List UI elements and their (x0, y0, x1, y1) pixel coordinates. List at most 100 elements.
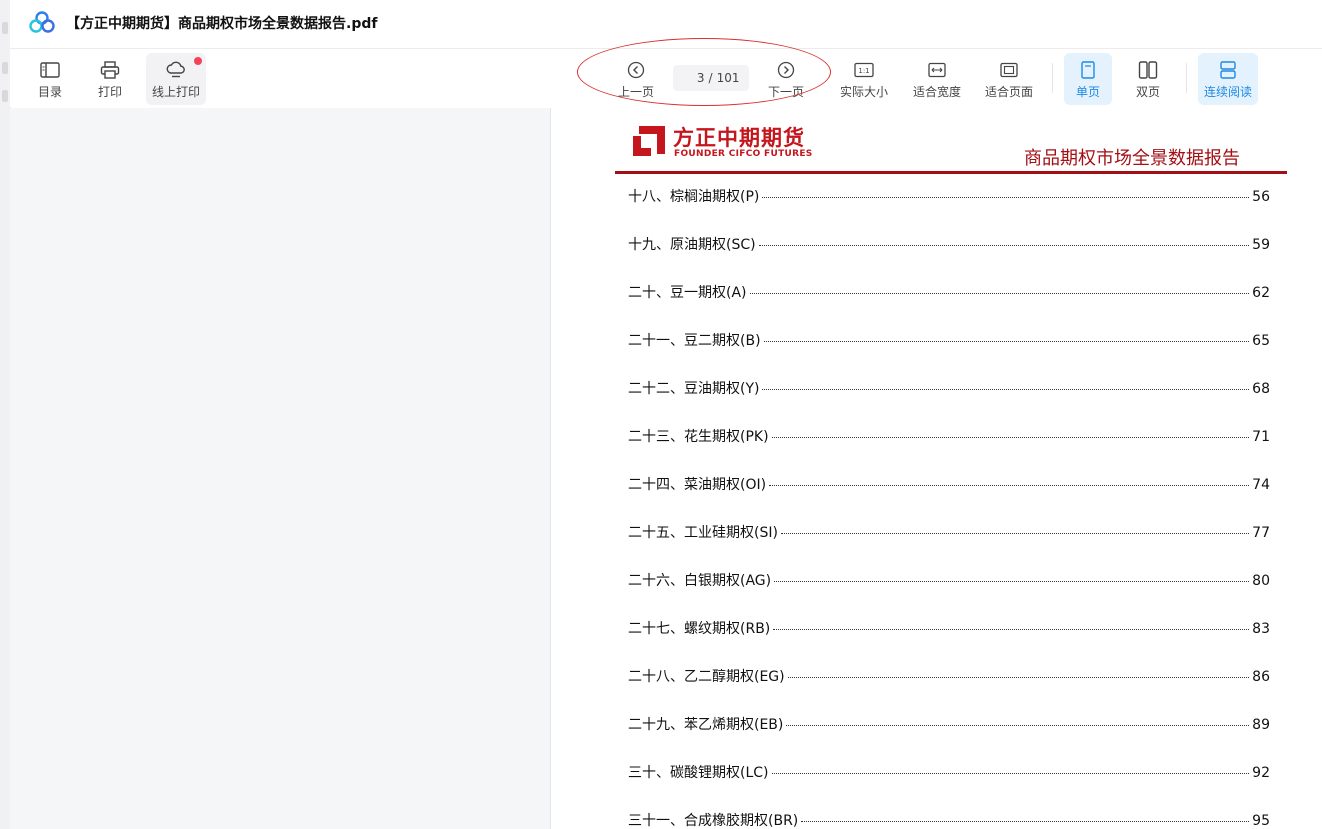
chevron-left-icon (625, 59, 647, 81)
toc-entry-page: 59 (1252, 237, 1270, 253)
notification-dot (194, 57, 202, 65)
toc-entry-page: 86 (1252, 669, 1270, 685)
toc-entry-page: 74 (1252, 477, 1270, 493)
online-print-button[interactable]: 线上打印 (146, 53, 206, 105)
toc-leader (763, 341, 1250, 342)
toc-entry[interactable]: 二十二、豆油期权(Y) 68 (628, 378, 1270, 426)
toc-entry-title: 二十四、菜油期权(OI) (628, 477, 767, 493)
toc-entry[interactable]: 二十五、工业硅期权(SI) 77 (628, 522, 1270, 570)
toc-entry[interactable]: 二十六、白银期权(AG) 80 (628, 570, 1270, 618)
company-logo: 方正中期期货 FOUNDER CIFCO FUTURES (631, 122, 821, 162)
toc-entry-page: 89 (1252, 717, 1270, 733)
toc-entry-page: 77 (1252, 525, 1270, 541)
toc-entry-title: 二十六、白银期权(AG) (628, 573, 772, 589)
toc-label: 目录 (37, 85, 62, 99)
fit-width-button[interactable]: 适合宽度 (910, 53, 964, 105)
single-page-button[interactable]: 单页 (1064, 53, 1112, 105)
prev-page-label: 上一页 (617, 85, 654, 99)
online-print-label: 线上打印 (151, 85, 200, 99)
toc-leader (801, 821, 1250, 822)
toc-entry-page: 65 (1252, 333, 1270, 349)
toc-entry-page: 56 (1252, 189, 1270, 205)
toc-entry-title: 二十一、豆二期权(B) (628, 333, 761, 349)
toc-entry[interactable]: 二十、豆一期权(A) 62 (628, 282, 1270, 330)
toc-entry-page: 71 (1252, 429, 1270, 445)
toc-button[interactable]: 目录 (32, 53, 68, 105)
next-page-label: 下一页 (767, 85, 804, 99)
toc-leader (780, 533, 1250, 534)
toc-entry-page: 80 (1252, 573, 1270, 589)
total-pages: 101 (716, 71, 740, 85)
app-logo-icon (28, 10, 56, 34)
logo-english-name: FOUNDER CIFCO FUTURES (674, 149, 813, 159)
toc-entry-title: 二十二、豆油期权(Y) (628, 381, 760, 397)
toc-entry-title: 十八、棕榈油期权(P) (628, 189, 760, 205)
fit-width-icon (926, 59, 948, 81)
toc-entry-title: 二十三、花生期权(PK) (628, 429, 769, 445)
double-page-button[interactable]: 双页 (1124, 53, 1172, 105)
thumbnail-sidebar[interactable] (10, 108, 551, 829)
toc-entry-title: 二十八、乙二醇期权(EG) (628, 669, 785, 685)
toc-entry[interactable]: 二十一、豆二期权(B) 65 (628, 330, 1270, 378)
toc-entry[interactable]: 十八、棕榈油期权(P) 56 (628, 186, 1270, 234)
toc-leader (771, 773, 1250, 774)
toc-leader (786, 725, 1250, 726)
actual-size-icon-text: 1:1 (858, 67, 869, 75)
next-page-button[interactable]: 下一页 (764, 53, 808, 105)
logo-chinese-name: 方正中期期货 (673, 126, 805, 150)
toc-entry[interactable]: 三十一、合成橡胶期权(BR) 95 (628, 810, 1270, 829)
toc-entry[interactable]: 二十四、菜油期权(OI) 74 (628, 474, 1270, 522)
toc-entry[interactable]: 二十八、乙二醇期权(EG) 86 (628, 666, 1270, 714)
current-page-input[interactable] (682, 71, 705, 85)
cloud-print-icon (165, 59, 187, 81)
toc-leader (774, 581, 1250, 582)
toc-entry-title: 三十、碳酸锂期权(LC) (628, 765, 769, 781)
print-button[interactable]: 打印 (92, 53, 128, 105)
actual-size-label: 实际大小 (839, 85, 888, 99)
fit-page-label: 适合页面 (984, 85, 1033, 99)
double-page-label: 双页 (1135, 85, 1160, 99)
toc-leader (773, 629, 1250, 630)
rail-marker (2, 22, 8, 34)
toc-entry-title: 二十、豆一期权(A) (628, 285, 747, 301)
company-logo-icon (633, 126, 665, 156)
toc-leader (762, 197, 1250, 198)
continuous-reading-button[interactable]: 连续阅读 (1198, 53, 1258, 105)
fit-page-button[interactable]: 适合页面 (982, 53, 1036, 105)
toc-entry-title: 十九、原油期权(SC) (628, 237, 756, 253)
toc-entry-title: 二十九、苯乙烯期权(EB) (628, 717, 784, 733)
actual-size-button[interactable]: 1:1 实际大小 (838, 53, 890, 105)
document-title: 【方正中期期货】商品期权市场全景数据报告.pdf (66, 16, 378, 32)
report-header-title: 商品期权市场全景数据报告 (1024, 148, 1240, 169)
chevron-right-icon (775, 59, 797, 81)
sidebar-toc-icon (39, 59, 61, 81)
toolbar: 目录 打印 线上打印 上一页 / 101 下一页 1:1 实际大 (10, 38, 1322, 107)
toc-entry-page: 92 (1252, 765, 1270, 781)
title-bar: 【方正中期期货】商品期权市场全景数据报告.pdf (10, 0, 1322, 49)
toc-entry-page: 68 (1252, 381, 1270, 397)
page-indicator: / 101 (673, 65, 749, 91)
header-rule (615, 171, 1287, 174)
toc-leader (749, 293, 1250, 294)
toc-entry-page: 95 (1252, 813, 1270, 829)
continuous-reading-icon (1217, 59, 1239, 81)
toc-entry[interactable]: 二十七、螺纹期权(RB) 83 (628, 618, 1270, 666)
toc-entry-page: 83 (1252, 621, 1270, 637)
toc-entry[interactable]: 二十三、花生期权(PK) 71 (628, 426, 1270, 474)
double-page-icon (1137, 59, 1159, 81)
toc-entry[interactable]: 二十九、苯乙烯期权(EB) 89 (628, 714, 1270, 762)
toc-entry[interactable]: 三十、碳酸锂期权(LC) 92 (628, 762, 1270, 810)
document-viewer[interactable]: 方正中期期货 FOUNDER CIFCO FUTURES 商品期权市场全景数据报… (551, 108, 1322, 829)
toc-leader (769, 485, 1250, 486)
toolbar-separator (1052, 63, 1053, 93)
prev-page-button[interactable]: 上一页 (614, 53, 658, 105)
fit-page-icon (998, 59, 1020, 81)
toc-leader (762, 389, 1250, 390)
toc-leader (758, 245, 1250, 246)
toc-entry-title: 二十七、螺纹期权(RB) (628, 621, 771, 637)
toc-entry-title: 三十一、合成橡胶期权(BR) (628, 813, 799, 829)
toc-entry-title: 二十五、工业硅期权(SI) (628, 525, 778, 541)
toc-entry[interactable]: 十九、原油期权(SC) 59 (628, 234, 1270, 282)
table-of-contents: 十八、棕榈油期权(P) 56 十九、原油期权(SC) 59 二十、豆一期权(A) 62… (628, 186, 1270, 829)
continuous-reading-label: 连续阅读 (1203, 85, 1252, 99)
